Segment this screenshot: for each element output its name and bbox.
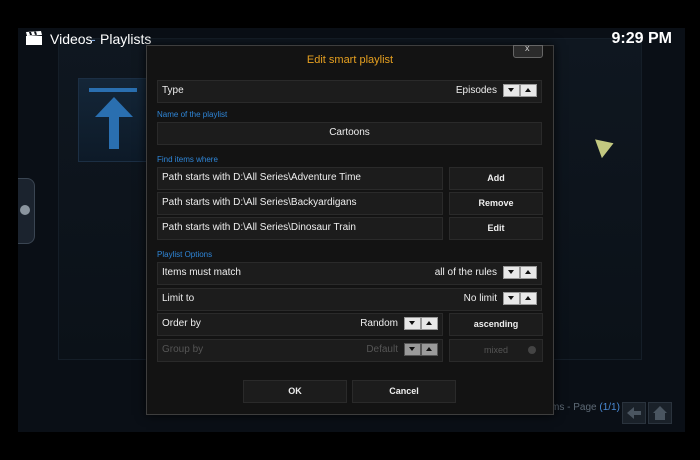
- rule-text: Path starts with D:\All Series\Backyardi…: [162, 197, 357, 208]
- match-value: all of the rules: [434, 267, 497, 278]
- options-section-label: Playlist Options: [157, 250, 213, 259]
- find-section-label: Find items where: [157, 155, 218, 164]
- clock: 9:29 PM: [611, 30, 672, 47]
- match-down-arrow-icon[interactable]: [503, 266, 520, 279]
- cancel-button[interactable]: Cancel: [352, 380, 456, 403]
- playlist-name-value: Cartoons: [329, 127, 370, 138]
- back-arrow-icon: [627, 407, 641, 419]
- header-separator: -: [91, 31, 96, 47]
- group-up-arrow-icon[interactable]: [421, 343, 438, 356]
- rule-text: Path starts with D:\All Series\Dinosaur …: [162, 222, 356, 233]
- side-menu-icon: [20, 205, 30, 215]
- type-spinner[interactable]: [503, 84, 537, 97]
- header-subsection: Playlists: [100, 31, 152, 47]
- up-arrow-icon-stem: [109, 115, 119, 149]
- order-label: Order by: [162, 318, 201, 329]
- group-spinner[interactable]: [404, 343, 438, 356]
- name-section-label: Name of the playlist: [157, 110, 228, 119]
- up-arrow-icon: [95, 97, 133, 117]
- rule-item[interactable]: Path starts with D:\All Series\Adventure…: [157, 167, 443, 190]
- order-direction-button[interactable]: ascending: [449, 313, 543, 336]
- parent-folder-thumbnail[interactable]: [78, 78, 148, 162]
- rule-text: Path starts with D:\All Series\Adventure…: [162, 172, 361, 183]
- remove-rule-button[interactable]: Remove: [449, 192, 543, 215]
- group-label: Group by: [162, 344, 204, 355]
- order-spinner[interactable]: [404, 317, 438, 330]
- header-section: Videos: [50, 31, 93, 47]
- match-up-arrow-icon[interactable]: [520, 266, 537, 279]
- match-selector[interactable]: Items must match all of the rules: [157, 262, 542, 285]
- up-arrow-icon-bar: [89, 88, 137, 92]
- mixed-toggle[interactable]: mixed: [449, 339, 543, 362]
- order-value: Random: [360, 318, 398, 329]
- page-indicator-text: ms - Page: [551, 402, 597, 413]
- rule-item[interactable]: Path starts with D:\All Series\Dinosaur …: [157, 217, 443, 240]
- rule-item[interactable]: Path starts with D:\All Series\Backyardi…: [157, 192, 443, 215]
- playlist-name-field[interactable]: Cartoons: [157, 122, 542, 145]
- limit-label: Limit to: [162, 293, 195, 304]
- side-menu-tab[interactable]: [18, 178, 35, 244]
- type-value: Episodes: [455, 85, 497, 96]
- type-label: Type: [162, 85, 184, 96]
- home-icon: [653, 406, 667, 420]
- clapperboard-icon: [26, 31, 42, 45]
- home-button[interactable]: [648, 402, 672, 424]
- add-rule-button[interactable]: Add: [449, 167, 543, 190]
- type-selector[interactable]: Type Episodes: [157, 80, 542, 103]
- limit-down-arrow-icon[interactable]: [503, 292, 520, 305]
- page-number: (1/1): [599, 402, 620, 413]
- group-value: Default: [366, 344, 398, 355]
- order-up-arrow-icon[interactable]: [421, 317, 438, 330]
- ok-button[interactable]: OK: [243, 380, 347, 403]
- edit-rule-button[interactable]: Edit: [449, 217, 543, 240]
- match-label: Items must match: [162, 267, 241, 278]
- type-down-arrow-icon[interactable]: [503, 84, 520, 97]
- order-down-arrow-icon[interactable]: [404, 317, 421, 330]
- match-spinner[interactable]: [503, 266, 537, 279]
- order-selector[interactable]: Order by Random: [157, 313, 443, 336]
- group-selector[interactable]: Group by Default: [157, 339, 443, 362]
- limit-selector[interactable]: Limit to No limit: [157, 288, 542, 311]
- group-down-arrow-icon[interactable]: [404, 343, 421, 356]
- limit-spinner[interactable]: [503, 292, 537, 305]
- dialog-title: Edit smart playlist: [306, 54, 394, 66]
- page-indicator: ms - Page (1/1): [551, 402, 620, 413]
- toggle-dot-icon: [528, 346, 536, 354]
- type-up-arrow-icon[interactable]: [520, 84, 537, 97]
- limit-up-arrow-icon[interactable]: [520, 292, 537, 305]
- close-icon: x: [525, 43, 530, 53]
- mixed-label: mixed: [483, 345, 508, 355]
- back-button[interactable]: [622, 402, 646, 424]
- edit-smart-playlist-dialog: x Edit smart playlist Type Episodes Name…: [146, 43, 554, 415]
- limit-value: No limit: [463, 293, 497, 304]
